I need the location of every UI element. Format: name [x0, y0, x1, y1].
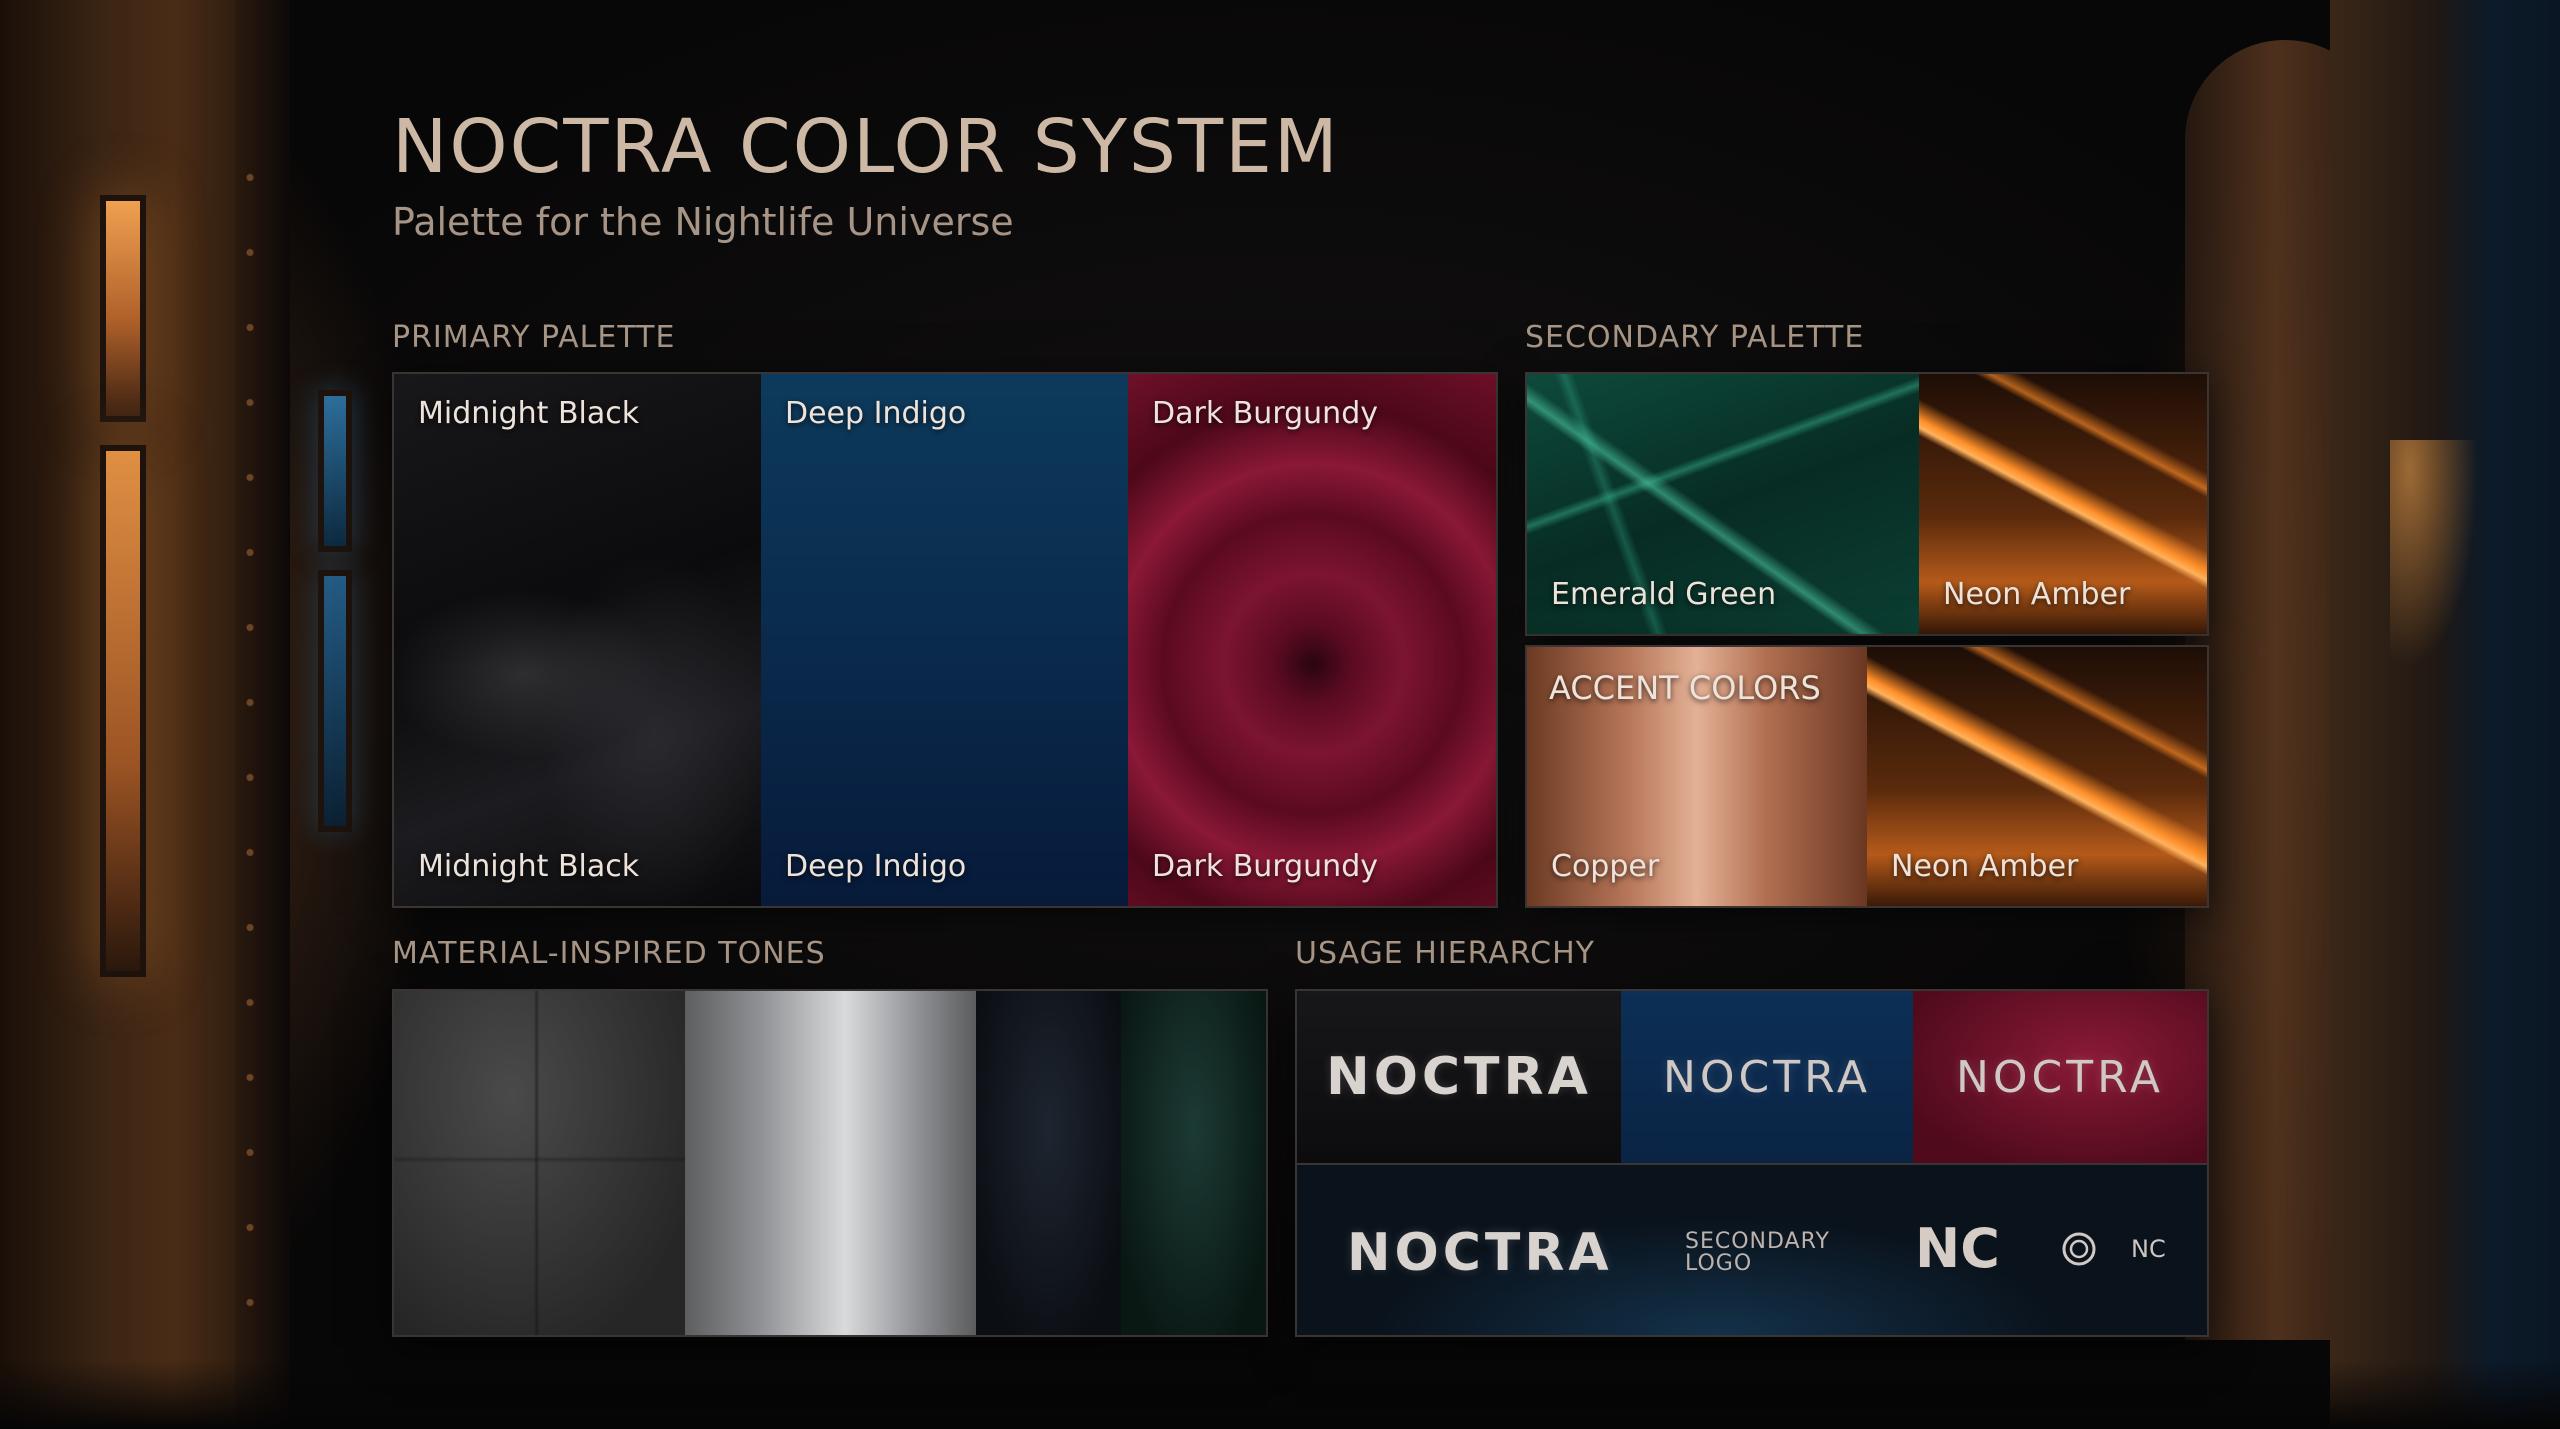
swatch-neon-amber[interactable]: Neon Amber	[1919, 374, 2207, 634]
page-subtitle: Palette for the Nightlife Universe	[392, 200, 1014, 244]
logo-on-indigo[interactable]: NOCTRA	[1621, 991, 1913, 1163]
swatch-label: Dark Burgundy	[1152, 396, 1378, 431]
usage-row-primary: NOCTRA NOCTRA NOCTRA	[1297, 991, 2207, 1165]
material-brushed-steel[interactable]	[685, 991, 976, 1335]
color-system-board: NOCTRA COLOR SYSTEM Palette for the Nigh…	[0, 0, 2560, 1429]
swatch-label: Deep Indigo	[785, 849, 967, 884]
noctra-wordmark-large[interactable]: NOCTRA	[1347, 1223, 1613, 1283]
monogram-logo[interactable]: NC	[1915, 1217, 2000, 1280]
primary-palette-label: PRIMARY PALETTE	[392, 320, 676, 355]
swatch-label: Dark Burgundy	[1152, 849, 1378, 884]
swatch-label: Midnight Black	[418, 396, 640, 431]
background-window	[318, 390, 352, 552]
background-window	[318, 570, 352, 832]
background-window	[100, 195, 146, 422]
swatch-dark-burgundy[interactable]: Dark Burgundy Dark Burgundy	[1128, 374, 1496, 906]
background-lamp-glow	[2390, 440, 2560, 960]
material-concrete[interactable]	[394, 991, 685, 1335]
material-green-leather[interactable]	[1121, 991, 1266, 1335]
logo-on-black[interactable]: NOCTRA	[1297, 991, 1621, 1163]
usage-hierarchy-label: USAGE HIERARCHY	[1295, 936, 1595, 971]
ring-logo-icon[interactable]	[2061, 1231, 2097, 1267]
primary-palette-panel: Midnight Black Midnight Black Deep Indig…	[392, 372, 1498, 908]
usage-row-secondary: NOCTRA SECONDARY LOGO NC NC	[1297, 1165, 2207, 1335]
logo-on-burgundy[interactable]: NOCTRA	[1913, 991, 2207, 1163]
secondary-palette-label: SECONDARY PALETTE	[1525, 320, 1865, 355]
material-tones-label: MATERIAL-INSPIRED TONES	[392, 936, 826, 971]
swatch-deep-indigo[interactable]: Deep Indigo Deep Indigo	[761, 374, 1128, 906]
accent-colors-label: ACCENT COLORS	[1549, 669, 1821, 707]
swatch-label: Midnight Black	[418, 849, 640, 884]
usage-hierarchy-panel: NOCTRA NOCTRA NOCTRA NOCTRA SECONDARY LO…	[1295, 989, 2209, 1337]
background-rivets	[245, 140, 255, 1340]
swatch-neon-amber-accent[interactable]: Neon Amber	[1867, 647, 2207, 906]
noctra-wordmark: NOCTRA	[1326, 1047, 1592, 1107]
swatch-copper[interactable]: ACCENT COLORS Copper	[1527, 647, 1867, 906]
noctra-wordmark: NOCTRA	[1662, 1051, 1872, 1103]
swatch-midnight-black[interactable]: Midnight Black Midnight Black	[394, 374, 761, 906]
background-window	[100, 445, 146, 977]
mini-monogram-logo[interactable]: NC	[2131, 1235, 2166, 1263]
swatch-label: Neon Amber	[1943, 577, 2131, 612]
material-tones-panel	[392, 989, 1268, 1337]
swatch-label: Emerald Green	[1551, 577, 1777, 612]
secondary-logo-text[interactable]: SECONDARY LOGO	[1685, 1231, 1855, 1275]
noctra-wordmark: NOCTRA	[1955, 1051, 2165, 1103]
secondary-palette-panel: Emerald Green Neon Amber	[1525, 372, 2209, 636]
swatch-label: Neon Amber	[1891, 849, 2079, 884]
swatch-emerald-green[interactable]: Emerald Green	[1527, 374, 1919, 634]
accent-colors-panel: ACCENT COLORS Copper Neon Amber	[1525, 645, 2209, 908]
material-dark-leather[interactable]	[976, 991, 1121, 1335]
background-floor	[0, 1360, 2560, 1429]
page-title: NOCTRA COLOR SYSTEM	[392, 104, 1340, 190]
swatch-label: Copper	[1551, 849, 1660, 884]
swatch-label: Deep Indigo	[785, 396, 967, 431]
